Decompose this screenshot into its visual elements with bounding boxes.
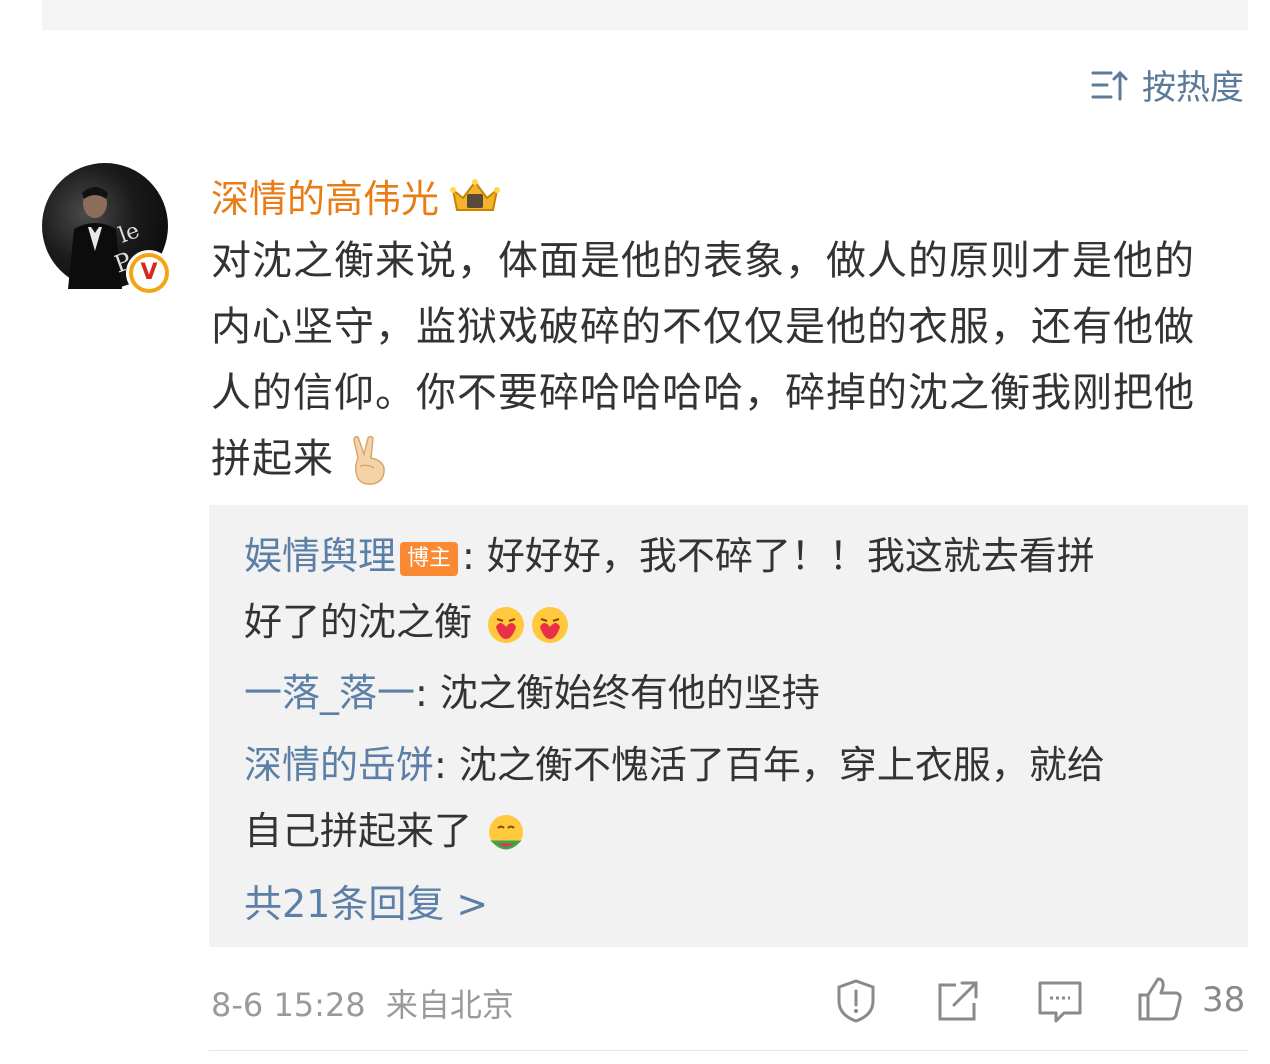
comment-icon[interactable]	[1036, 977, 1084, 1025]
victory-hand-icon	[352, 436, 385, 485]
verified-v-icon: V	[126, 250, 172, 296]
melon-eating-face-icon	[489, 814, 524, 849]
reply-item[interactable]: 深情的岳饼: 沈之衡不愧活了百年，穿上衣服，就给 自己拼起来了	[244, 732, 1224, 864]
username-text[interactable]: 深情的高伟光	[211, 168, 439, 223]
reply-text: 沈之衡始终有他的坚持	[427, 671, 820, 715]
divider	[209, 1050, 1248, 1051]
comment-timestamp: 8-6 15:28	[211, 986, 366, 1024]
blogger-badge: 博主	[400, 541, 459, 576]
svg-text:le: le	[116, 218, 143, 248]
reply-separator: :	[462, 534, 475, 578]
reply-text-cont: 好了的沈之衡	[244, 600, 473, 644]
reply-text-cont: 自己拼起来了	[244, 809, 473, 853]
comment-source: 来自北京	[385, 986, 514, 1024]
comment-content: 对沈之衡来说，体面是他的表象，做人的原则才是他的内心坚守，监狱戏破碎的不仅仅是他…	[211, 228, 1231, 492]
comment-meta: 8-6 15:28 来自北京	[211, 980, 514, 1026]
reply-text: 沈之衡不愧活了百年，穿上衣服，就给	[446, 743, 1105, 787]
heart-face-icon	[532, 606, 569, 643]
comment-username[interactable]: 深情的高伟光	[211, 168, 501, 223]
more-replies-link[interactable]: 共21条回复 >	[244, 873, 488, 928]
reply-text: 好好好，我不碎了！！我这就去看拼	[474, 534, 1095, 578]
like-count: 38	[1202, 980, 1246, 1020]
thumbs-up-icon[interactable]	[1136, 975, 1184, 1023]
sort-label: 按热度	[1142, 68, 1244, 108]
replies-panel: 娱情舆理 博主: 好好好，我不碎了！！我这就去看拼 好了的沈之衡 一落_落一: 沈…	[209, 505, 1248, 947]
sort-icon	[1091, 70, 1128, 100]
reply-username[interactable]: 娱情舆理	[244, 534, 396, 578]
share-icon[interactable]	[934, 977, 982, 1025]
previous-item-strip	[42, 0, 1248, 30]
reply-separator: :	[434, 743, 447, 787]
crown-badge-icon[interactable]	[449, 176, 501, 216]
reply-item[interactable]: 娱情舆理 博主: 好好好，我不碎了！！我这就去看拼 好了的沈之衡	[244, 523, 1224, 655]
reply-separator: :	[415, 671, 428, 715]
heart-face-icon	[488, 606, 525, 643]
reply-item[interactable]: 一落_落一: 沈之衡始终有他的坚持	[244, 660, 1224, 726]
sort-by-hot-button[interactable]: 按热度	[1090, 60, 1244, 109]
reply-username[interactable]: 一落_落一	[244, 671, 415, 715]
report-shield-icon[interactable]	[832, 977, 880, 1025]
reply-username[interactable]: 深情的岳饼	[244, 743, 434, 787]
